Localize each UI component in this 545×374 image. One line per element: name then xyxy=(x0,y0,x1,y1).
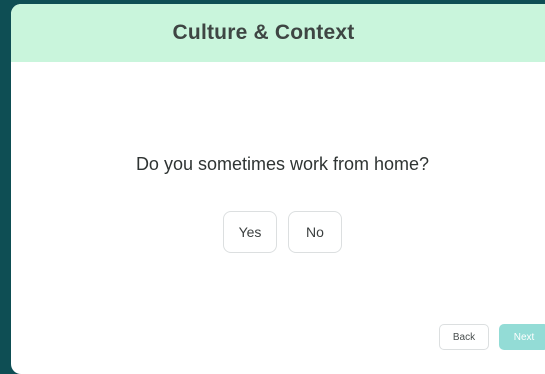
next-button[interactable]: Next xyxy=(499,324,545,350)
back-button[interactable]: Back xyxy=(439,324,489,350)
yes-button[interactable]: Yes xyxy=(223,211,277,253)
page-title: Culture & Context xyxy=(172,21,355,44)
card-header: Culture & Context xyxy=(11,4,545,62)
answer-options: Yes No xyxy=(223,211,342,253)
question-text: Do you sometimes work from home? xyxy=(135,154,430,174)
no-button[interactable]: No xyxy=(288,211,342,253)
survey-card: Culture & Context Do you sometimes work … xyxy=(11,4,545,374)
